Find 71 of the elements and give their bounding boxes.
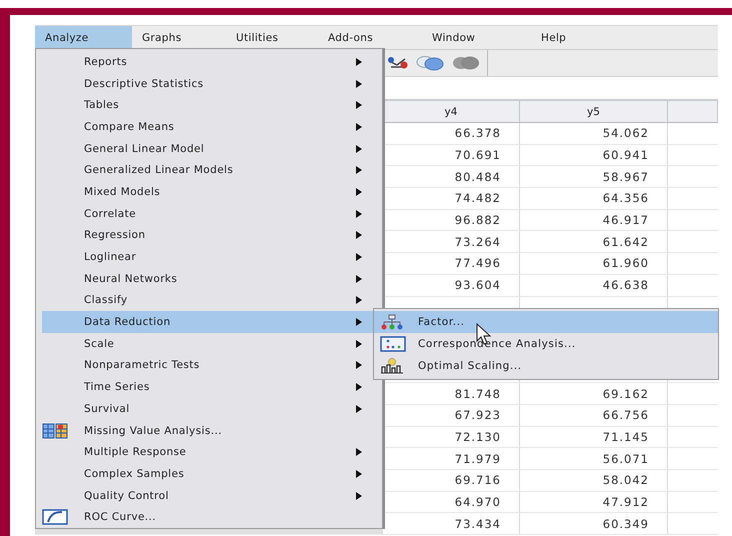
menu-item[interactable]: Compare Means [36,116,382,138]
submenu-arrow-icon [356,383,362,392]
table-cell: 60.941 [520,144,668,166]
table-cell: 61.642 [520,231,668,254]
menu-bar-item[interactable]: Utilities [226,26,318,49]
submenu-arrow-icon [356,144,362,153]
submenu-arrow-icon [356,166,362,174]
submenu-arrow-icon [356,404,362,413]
table-cell: 56.071 [520,448,668,470]
table-cell: 58.967 [520,166,668,188]
network-icon[interactable] [387,55,409,71]
menu-item[interactable]: Tables [36,94,382,116]
matrix-icon [380,336,406,352]
venn-icon[interactable] [451,55,481,71]
table-cell: 46.917 [520,210,668,232]
tree-diagram-icon [380,314,404,330]
menu-item[interactable]: Generalized Linear Models [36,159,382,182]
submenu-arrow-icon [356,101,362,110]
curve-chart-icon [42,509,68,526]
submenu-arrow-icon [356,274,362,283]
submenu-arrow-icon [356,80,362,88]
menu-item[interactable]: Correlate [36,202,382,224]
table-cell: 61.960 [520,253,668,275]
menu-item[interactable]: Mixed Models [36,181,382,203]
table-cell: 46.638 [520,274,668,296]
menu-bar-item[interactable]: Analyze [35,26,132,49]
grid-icon [42,422,68,439]
menu-bar-item[interactable]: Add-ons [318,26,422,49]
submenu-arrow-icon [356,296,362,304]
table-cell: 58.042 [520,470,668,492]
menu-item[interactable]: Complex Samples [36,463,382,485]
column-header[interactable]: y5 [520,101,668,123]
submenu-arrow-icon [356,231,362,240]
menu-bar-item[interactable]: Graphs [132,26,226,49]
menu-bar-item[interactable]: Help [531,26,576,49]
submenu-arrow-icon [356,470,362,478]
submenu-arrow-icon [356,58,362,66]
submenu-arrow-icon [356,253,362,262]
submenu-arrow-icon [356,122,362,131]
submenu-arrow-icon [356,448,362,456]
column-header[interactable] [668,101,718,123]
menu-item[interactable]: ROC Curve... [36,506,382,528]
table-cell: 60.349 [520,513,668,536]
table-cell: 54.062 [520,123,668,145]
menu-item[interactable]: Factor... [374,311,718,333]
menu-item[interactable]: General Linear Model [36,138,382,160]
submenu-arrow-icon [356,492,362,500]
submenu-arrow-icon [356,361,362,370]
menu-item[interactable]: Missing Value Analysis... [36,420,382,442]
table-cell: 47.912 [520,492,668,514]
submenu-arrow-icon [356,340,362,348]
table-cell: 64.356 [520,188,668,210]
menu-item[interactable]: Time Series [36,376,382,398]
menu-item[interactable]: Classify [36,290,382,312]
menu-item[interactable]: Survival [36,398,382,420]
menu-item[interactable]: Quality Control [36,484,382,506]
submenu-arrow-icon [356,188,362,196]
venn-icon[interactable] [415,55,445,71]
table-cell: 69.162 [520,383,668,405]
menu-item[interactable]: Neural Networks [36,268,382,290]
column-header[interactable]: y4 [383,101,520,123]
table-cell: 71.145 [520,426,668,448]
submenu-arrow-icon [356,210,362,218]
menu-item[interactable]: Descriptive Statistics [36,72,382,94]
bar-chart-icon [380,358,404,374]
menu-item[interactable]: Regression [36,224,382,246]
table-cell: 66.756 [520,404,668,427]
submenu-arrow-icon [356,318,362,326]
menu-bar-item[interactable]: Window [422,26,531,49]
menu-item[interactable]: Loglinear [36,246,382,268]
menu-item[interactable]: Multiple Response [36,441,382,464]
